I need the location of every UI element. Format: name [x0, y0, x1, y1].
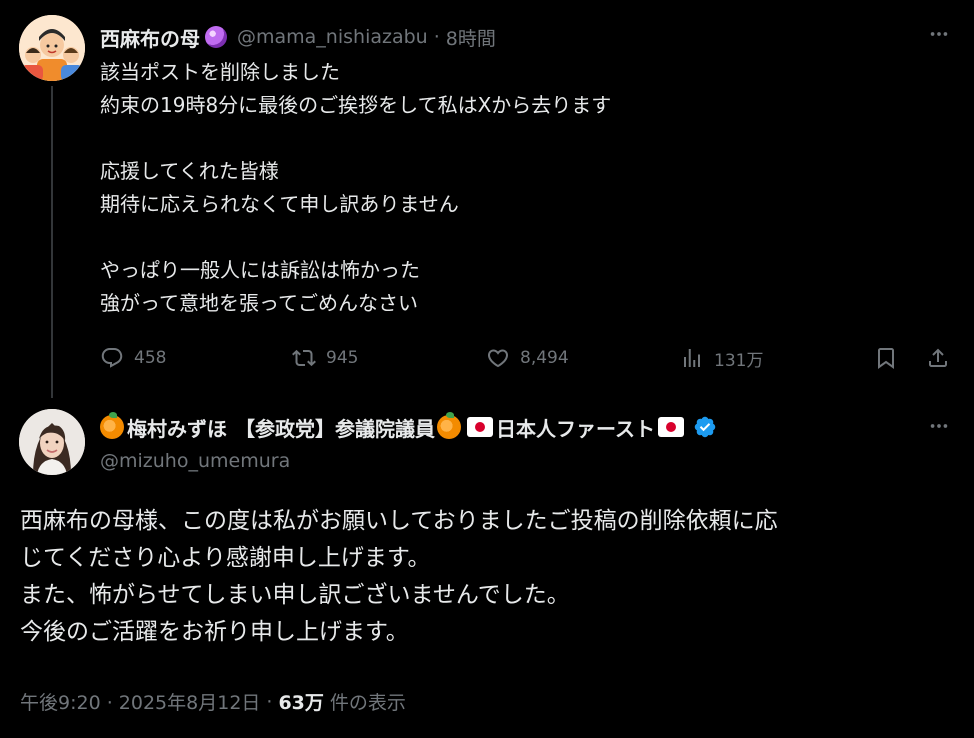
orange-emoji-icon — [100, 412, 124, 439]
thread-line — [51, 86, 53, 398]
views-label: 件の表示 — [329, 692, 406, 714]
reply-post-header: 梅村みずほ 【参政党】参議院議員 日本人ファースト — [100, 410, 717, 444]
post-time[interactable]: 8時間 — [446, 24, 496, 51]
heart-icon — [487, 349, 509, 368]
post-timestamp[interactable]: 午後9:20 · 2025年8月12日 — [20, 688, 260, 715]
more-icon[interactable] — [924, 414, 954, 438]
avatar-illustration — [19, 15, 85, 81]
reply-icon — [101, 348, 123, 368]
views-count: 131万 — [714, 350, 764, 371]
bookmark-button[interactable] — [874, 340, 898, 376]
repost-button[interactable]: 945 — [292, 340, 358, 376]
more-icon[interactable] — [924, 22, 954, 46]
post-text-line: 応援してくれた皆様 — [100, 159, 279, 183]
author-handle[interactable]: @mama_nishiazabu — [237, 26, 428, 48]
post-text-line: 期待に応えられなくて申し訳ありません — [100, 192, 459, 216]
reply-count: 458 — [134, 348, 167, 368]
repost-count: 945 — [326, 348, 359, 368]
original-post: 西麻布の母 @mama_nishiazabu · 8時間 該当ポストを削除しまし… — [0, 0, 974, 398]
share-button[interactable] — [926, 340, 950, 376]
post-meta: 午後9:20 · 2025年8月12日 · 63万 件の表示 — [20, 688, 406, 715]
post-text-line: 強がって意地を張ってごめんなさい — [100, 291, 418, 315]
reply-button[interactable]: 458 — [100, 340, 166, 376]
separator-dot: · — [433, 26, 440, 48]
author-handle[interactable]: @mizuho_umemura — [100, 450, 290, 472]
action-bar: 458 945 8,494 131万 — [100, 340, 960, 376]
orange-emoji-icon — [437, 412, 461, 439]
avatar-photo — [19, 409, 85, 475]
japan-flag-icon — [658, 417, 684, 437]
avatar-umemura[interactable] — [19, 409, 85, 475]
like-count: 8,494 — [520, 348, 569, 368]
share-icon — [929, 348, 947, 367]
post-text-line: やっぱり一般人には訴訟は怖かった — [100, 258, 420, 282]
views-icon — [684, 349, 700, 367]
post-text-line — [100, 122, 960, 155]
bookmark-icon — [878, 348, 894, 369]
post-text-line — [100, 221, 960, 254]
author-name-part1[interactable]: 梅村みずほ — [127, 413, 227, 442]
like-button[interactable]: 8,494 — [486, 340, 569, 376]
avatar-nishiazabu[interactable] — [19, 15, 85, 81]
japan-flag-icon — [467, 417, 493, 437]
post-text-line: じてくださり心より感謝申し上げます。 — [20, 545, 431, 571]
verified-badge-icon — [694, 416, 716, 438]
post-header: 西麻布の母 @mama_nishiazabu · 8時間 — [100, 22, 496, 52]
reply-post-text: 西麻布の母様、この度は私がお願いしておりましたご投稿の削除依頼に応 じてくださり… — [20, 503, 955, 651]
author-name-part2[interactable]: 【参政党】参議院議員 — [235, 413, 435, 442]
crystal-ball-icon — [205, 26, 227, 48]
author-name-part3[interactable]: 日本人ファースト — [496, 413, 655, 442]
post-text-line: 約束の19時8分に最後のご挨拶をして私はXから去ります — [100, 93, 612, 117]
author-name[interactable]: 西麻布の母 — [100, 23, 200, 52]
post-text-line: 該当ポストを削除しました — [100, 60, 340, 84]
post-text-line: 西麻布の母様、この度は私がお願いしておりましたご投稿の削除依頼に応 — [20, 508, 778, 534]
views-button[interactable]: 131万 — [680, 340, 763, 376]
post-text: 該当ポストを削除しました 約束の19時8分に最後のご挨拶をして私はXから去ります… — [100, 56, 960, 320]
views-count[interactable]: 63万 — [278, 688, 323, 715]
separator-dot: · — [266, 690, 273, 713]
post-text-line: 今後のご活躍をお祈り申し上げます。 — [20, 619, 409, 645]
post-text-line: また、怖がらせてしまい申し訳ございませんでした。 — [20, 582, 570, 608]
repost-icon — [292, 349, 316, 367]
